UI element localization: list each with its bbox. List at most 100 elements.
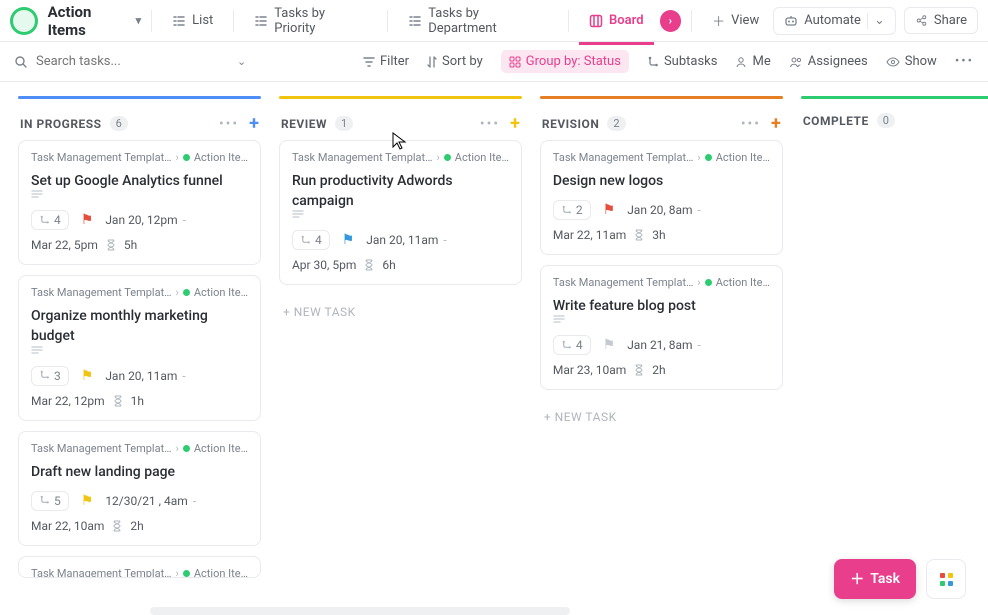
breadcrumb: Task Management Templat…›Action Ite… [553,151,770,164]
priority-flag-icon[interactable]: ⚑ [81,212,94,228]
description-icon [553,315,770,325]
create-task-button[interactable]: ＋ Task [834,559,916,599]
sort-button[interactable]: Sort by [427,54,483,69]
breadcrumb: Task Management Templat…›Action Ite… [31,567,248,578]
next-arrow-button[interactable]: › [660,10,682,32]
apps-grid-button[interactable] [926,559,966,599]
add-card-button[interactable]: + [771,113,781,134]
divider [387,10,388,32]
person-icon [735,56,747,68]
add-card-button[interactable]: + [510,113,520,134]
space-logo [10,7,38,35]
board-container: IN PROGRESS 6 ••• + Task Management Temp… [0,82,988,615]
column-menu-button[interactable]: ••• [219,116,239,132]
group-by-button[interactable]: Group by: Status [501,50,629,73]
task-card[interactable]: Task Management Templat…›Action Ite… Run… [279,140,522,285]
view-tab-board[interactable]: Board [579,7,653,34]
due-date: 12/30/21 , 4am - [105,494,196,508]
new-task-button[interactable]: + NEW TASK [540,400,783,434]
chevron-down-icon: ▾ [136,14,142,27]
task-card[interactable]: Task Management Templat…›Action Ite… [18,556,261,578]
subtask-count[interactable]: 4 [292,230,330,250]
task-title: Design new logos [553,173,663,189]
filter-bar: ⌄ Filter Sort by Group by: Status Subtas… [0,42,988,82]
subtasks-button[interactable]: Subtasks [647,54,718,69]
subtask-count[interactable]: 2 [553,200,591,220]
search-input[interactable] [36,54,219,69]
subtask-count[interactable]: 4 [31,210,69,230]
add-card-button[interactable]: + [249,113,259,134]
space-name-dropdown[interactable]: Action Items ▾ [48,3,142,39]
hourglass-icon [634,229,644,241]
grid-icon [940,573,953,586]
time-estimate: 5h [124,238,137,252]
me-button[interactable]: Me [735,54,770,69]
chevron-down-icon[interactable]: ⌄ [237,55,246,68]
share-button[interactable]: Share [904,7,978,34]
view-tab-department[interactable]: Tasks by Department [398,0,558,42]
search-field[interactable] [14,54,219,69]
tracked-date: Apr 30, 5pm [292,258,356,272]
view-tab-label: List [192,13,213,28]
column-title: REVIEW [281,117,327,131]
filter-icon [363,56,375,68]
view-tab-label: Tasks by Department [428,6,548,36]
subtask-count[interactable]: 3 [31,366,69,386]
view-tab-list[interactable]: List [162,7,223,34]
group-icon [509,56,521,68]
task-title: Run productivity Adwords campaign [292,173,453,209]
task-card[interactable]: Task Management Templat…›Action Ite… Des… [540,140,783,255]
search-icon [14,55,28,69]
show-button[interactable]: Show [886,54,937,69]
column-header: REVIEW 1 ••• + [279,113,522,140]
column-menu-button[interactable]: ••• [480,116,500,132]
subtask-count[interactable]: 4 [553,335,591,355]
subtask-icon [647,56,659,68]
priority-flag-icon[interactable]: ⚑ [342,232,355,248]
people-icon [789,56,803,68]
time-estimate: 6h [382,258,395,272]
subtask-count[interactable]: 5 [31,491,69,511]
divider [151,10,152,32]
due-date: Jan 20, 11am - [105,369,185,383]
task-title: Draft new landing page [31,464,175,480]
priority-flag-icon[interactable]: ⚑ [603,202,616,218]
task-card[interactable]: Task Management Templat…›Action Ite… Dra… [18,431,261,546]
column-in_progress: IN PROGRESS 6 ••• + Task Management Temp… [18,96,261,578]
breadcrumb: Task Management Templat…›Action Ite… [292,151,509,164]
automate-button[interactable]: Automate ⌄ [773,7,896,35]
hourglass-icon [113,395,123,407]
automate-label: Automate [804,13,861,28]
sort-label: Sort by [442,54,483,69]
priority-flag-icon[interactable]: ⚑ [603,337,616,353]
new-task-button[interactable]: + NEW TASK [279,295,522,329]
column-complete: COMPLETE 0 [801,96,988,134]
add-view-button[interactable]: ＋ View [702,5,769,36]
column-header: IN PROGRESS 6 ••• + [18,113,261,140]
more-menu-button[interactable]: ••• [955,54,974,69]
assignees-button[interactable]: Assignees [789,54,868,69]
horizontal-scrollbar[interactable] [150,607,570,615]
plus-icon: ＋ [712,11,725,30]
column-menu-button[interactable]: ••• [741,116,761,132]
filter-button[interactable]: Filter [363,54,409,69]
filter-label: Filter [380,54,409,69]
priority-flag-icon[interactable]: ⚑ [81,368,94,384]
column-header: REVISION 2 ••• + [540,113,783,140]
time-estimate: 3h [652,228,665,242]
board-icon [589,14,603,28]
task-card[interactable]: Task Management Templat…›Action Ite… Org… [18,275,261,420]
column-title: IN PROGRESS [20,117,102,131]
due-date: Jan 20, 8am - [627,203,701,217]
task-card[interactable]: Task Management Templat…›Action Ite… Wri… [540,265,783,390]
task-card[interactable]: Task Management Templat…›Action Ite… Set… [18,140,261,265]
task-title: Write feature blog post [553,298,696,314]
hourglass-icon [634,364,644,376]
priority-flag-icon[interactable]: ⚑ [81,493,94,509]
divider [233,10,234,32]
column-count: 0 [877,113,895,128]
robot-icon [784,14,798,28]
view-tab-priority[interactable]: Tasks by Priority [244,0,377,42]
hourglass-icon [364,259,374,271]
column-count: 1 [335,116,353,131]
